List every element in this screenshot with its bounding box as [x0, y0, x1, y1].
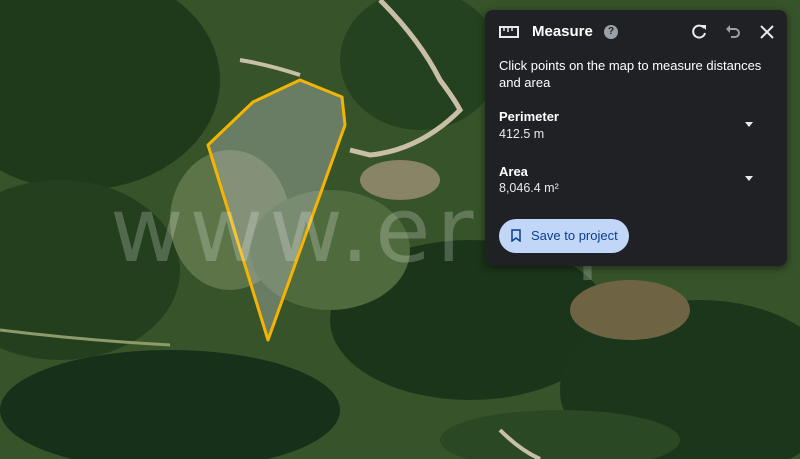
measure-panel: Measure ? Click points on the map to mea…: [485, 10, 787, 266]
reset-icon[interactable]: [689, 22, 709, 42]
area-value: 8,046.4 m²: [499, 181, 559, 195]
ruler-icon: [499, 26, 519, 38]
area-label: Area: [499, 164, 528, 179]
perimeter-value: 412.5 m: [499, 127, 545, 141]
bookmark-icon: [511, 229, 521, 242]
panel-header: Measure ?: [485, 10, 787, 54]
save-button-label: Save to project: [531, 228, 618, 243]
perimeter-expand-icon[interactable]: [745, 122, 753, 127]
close-icon[interactable]: [757, 22, 777, 42]
instruction-text: Click points on the map to measure dista…: [499, 58, 762, 90]
area-expand-icon[interactable]: [745, 176, 753, 181]
panel-title: Measure: [532, 23, 593, 40]
undo-icon[interactable]: [723, 22, 743, 42]
perimeter-label: Perimeter: [499, 109, 559, 124]
save-to-project-button[interactable]: Save to project: [499, 219, 629, 253]
help-icon[interactable]: ?: [604, 25, 618, 39]
